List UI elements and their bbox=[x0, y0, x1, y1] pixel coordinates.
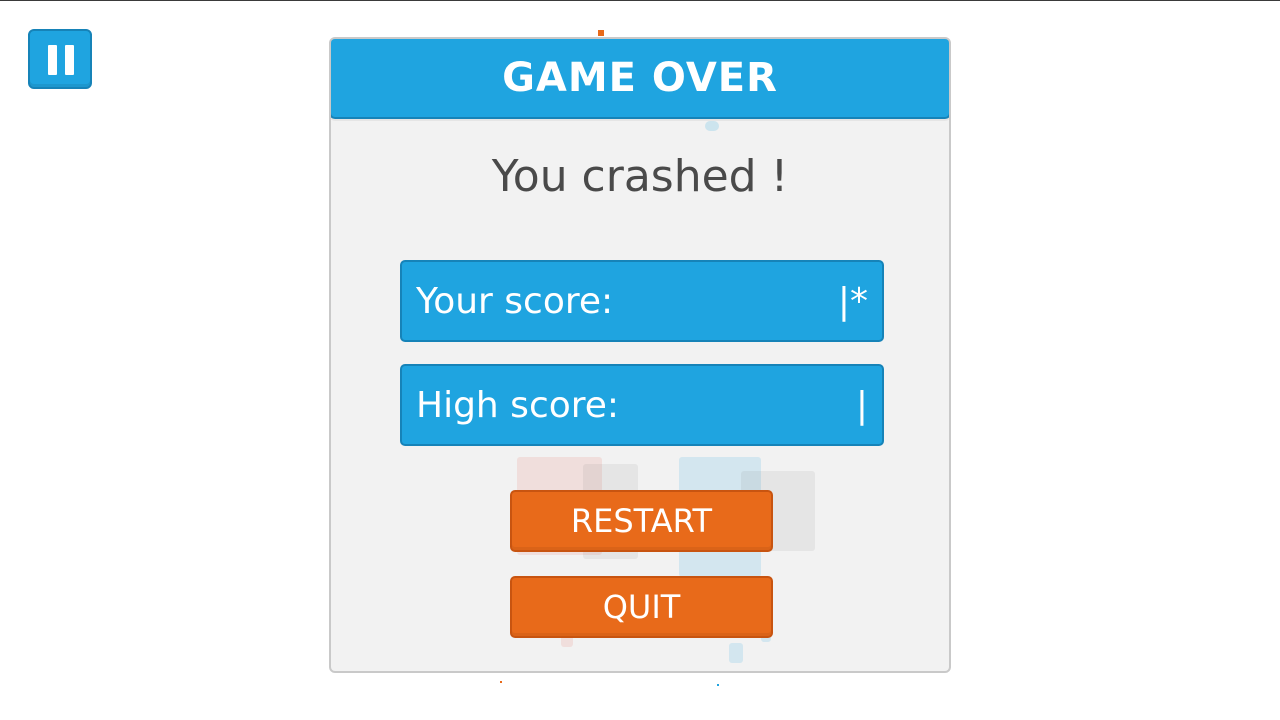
high-score-value: | bbox=[855, 384, 868, 426]
background-art bbox=[705, 121, 719, 131]
quit-button[interactable]: QUIT bbox=[510, 576, 773, 638]
background-fragment bbox=[717, 684, 719, 686]
high-score-label: High score: bbox=[416, 384, 620, 426]
high-score-row: High score: | bbox=[400, 364, 884, 446]
pause-icon-bar bbox=[65, 45, 74, 75]
pause-button[interactable] bbox=[28, 29, 92, 89]
dialog-title: GAME OVER bbox=[502, 55, 778, 101]
crash-message: You crashed ! bbox=[491, 151, 789, 202]
restart-button[interactable]: RESTART bbox=[510, 490, 773, 552]
dialog-header: GAME OVER bbox=[331, 39, 949, 119]
game-over-dialog: GAME OVER You crashed ! Your score: |* H… bbox=[329, 37, 951, 673]
background-art bbox=[729, 643, 743, 663]
your-score-row: Your score: |* bbox=[400, 260, 884, 342]
pause-icon bbox=[48, 45, 57, 75]
your-score-value: |* bbox=[837, 280, 868, 322]
your-score-label: Your score: bbox=[416, 280, 614, 322]
background-fragment bbox=[598, 30, 604, 36]
game-screen: GAME OVER You crashed ! Your score: |* H… bbox=[0, 0, 1280, 720]
background-fragment bbox=[500, 681, 502, 683]
